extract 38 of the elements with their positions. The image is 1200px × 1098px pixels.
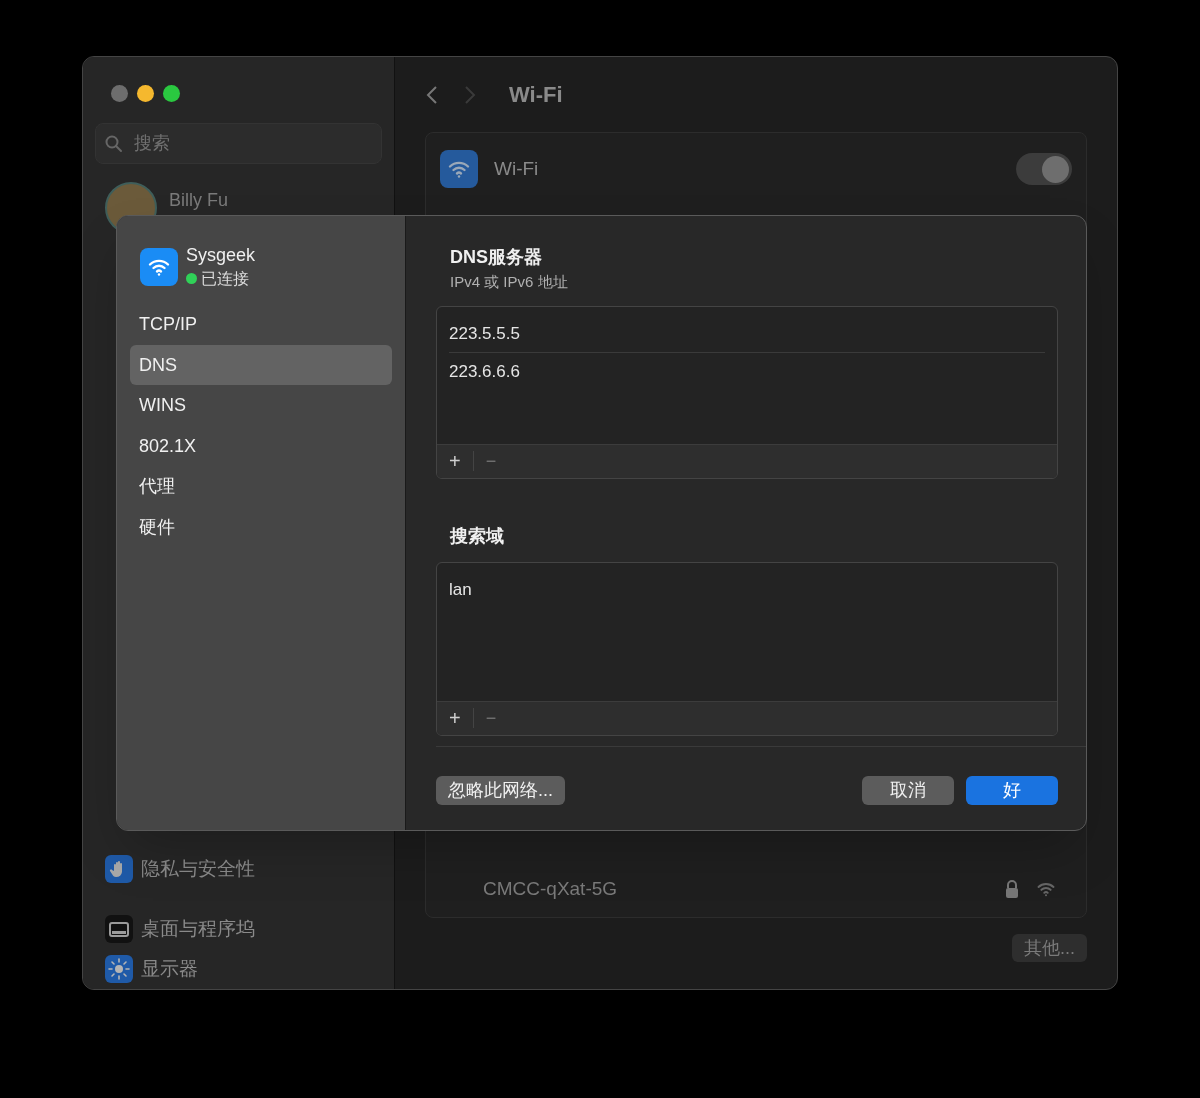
- minimize-button[interactable]: [137, 85, 154, 102]
- connection-status: 已连接: [201, 268, 249, 289]
- wifi-label: Wi-Fi: [494, 156, 540, 181]
- list-entry[interactable]: 223.5.5.5: [449, 323, 520, 343]
- sidebar-item[interactable]: 桌面与程序坞: [95, 909, 382, 949]
- remove-button[interactable]: −: [481, 709, 501, 727]
- wifi-toggle[interactable]: [1016, 153, 1072, 185]
- forget-network-button[interactable]: 忽略此网络...: [436, 775, 565, 805]
- sheet-tab[interactable]: TCP/IP: [130, 304, 392, 345]
- network-row[interactable]: CMCC-qXat-5G: [426, 861, 1086, 917]
- cancel-button[interactable]: 取消: [862, 775, 954, 805]
- sheet-tab[interactable]: 802.1X: [130, 426, 392, 467]
- sidebar-item[interactable]: 显示器: [95, 949, 382, 989]
- maximize-button[interactable]: [163, 85, 180, 102]
- ok-button[interactable]: 好: [966, 775, 1058, 805]
- section-title: DNS服务器: [449, 246, 543, 269]
- list-entry[interactable]: 223.6.6.6: [449, 362, 520, 381]
- search-field[interactable]: 搜索: [95, 123, 382, 164]
- hand-icon: [105, 855, 133, 883]
- add-button[interactable]: +: [445, 708, 465, 728]
- remove-button[interactable]: −: [481, 452, 501, 470]
- sidebar-item[interactable]: 隐私与安全性: [95, 849, 382, 889]
- sheet-tab[interactable]: 代理: [130, 466, 392, 507]
- sheet-tab[interactable]: 硬件: [130, 507, 392, 548]
- add-button[interactable]: +: [445, 451, 465, 471]
- close-button[interactable]: [111, 85, 128, 102]
- section-title: 搜索域: [449, 524, 505, 548]
- user-name: Billy Fu: [169, 188, 228, 212]
- other-button[interactable]: 其他...: [1012, 934, 1087, 962]
- list-entry[interactable]: lan: [449, 579, 472, 599]
- page-title: Wi-Fi: [509, 81, 563, 109]
- dock-icon: [105, 915, 133, 943]
- network-name: Sysgeek: [186, 244, 256, 267]
- sun-icon: [105, 955, 133, 983]
- sheet-tab[interactable]: WINS: [130, 385, 392, 426]
- sheet-tab[interactable]: DNS: [130, 345, 392, 386]
- search-icon: [104, 134, 124, 154]
- section-subtitle: IPv4 或 IPv6 地址: [449, 272, 569, 292]
